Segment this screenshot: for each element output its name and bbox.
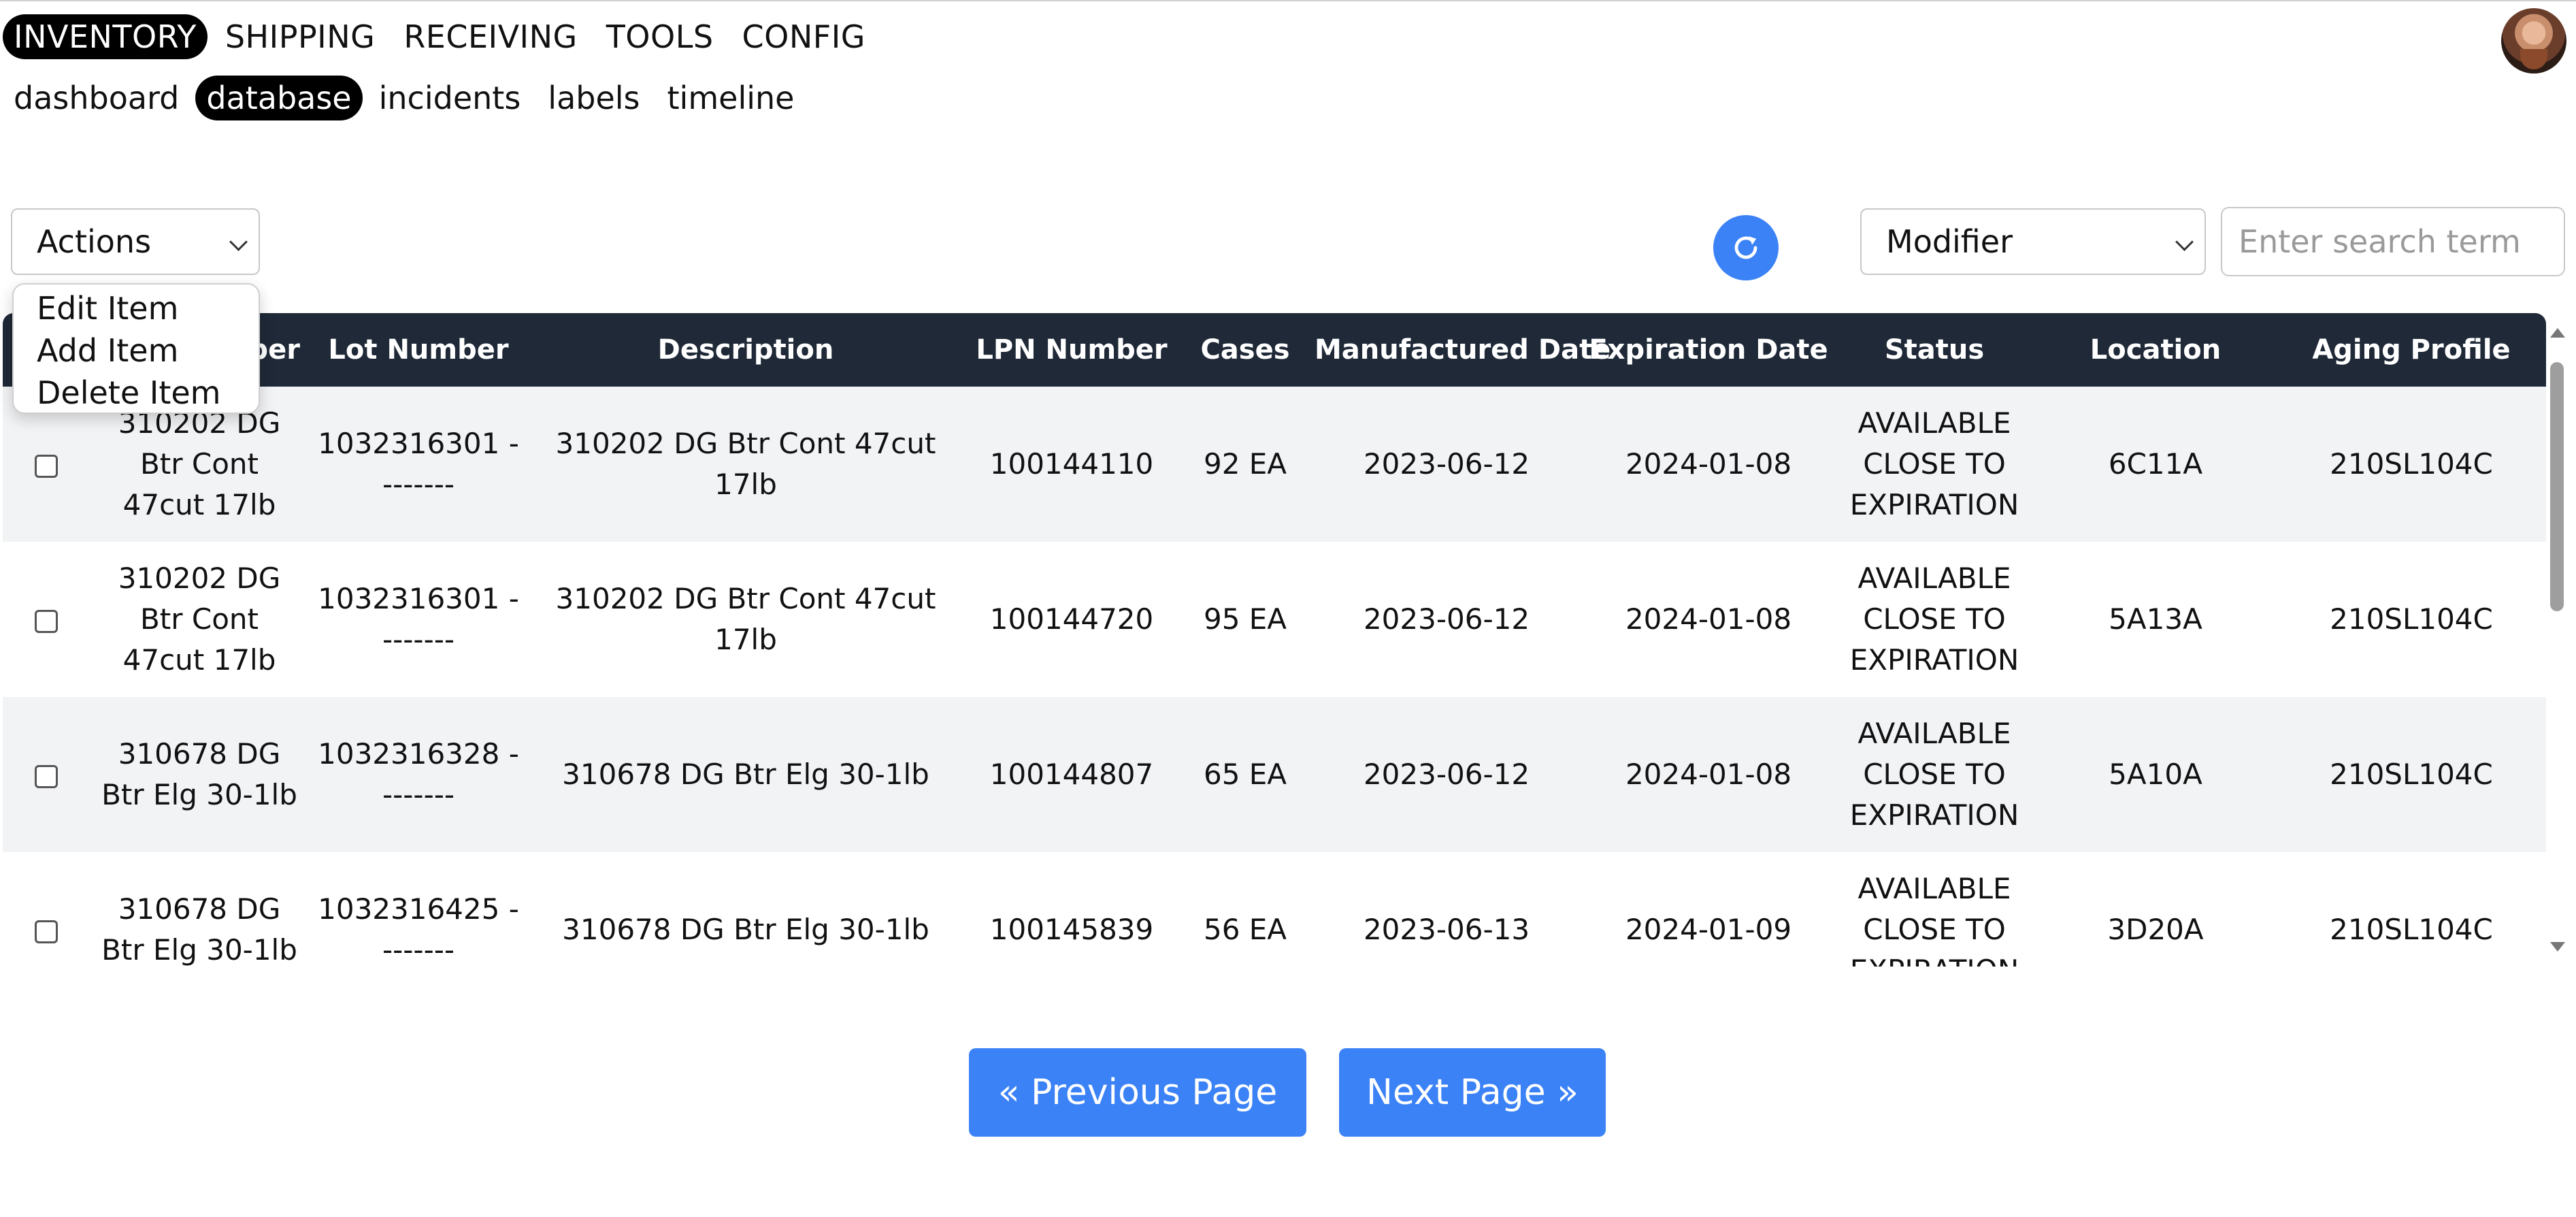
cell-item-number: 310202 DG Btr Cont 47cut 17lb [90,542,309,697]
menu-item-delete-item[interactable]: Delete Item [14,372,259,414]
chevron-down-icon [229,233,248,251]
sub-nav-timeline[interactable]: timeline [657,76,806,120]
header-aging-profile[interactable]: Aging Profile [2277,313,2546,387]
cell-description: 310202 DG Btr Cont 47cut 17lb [528,387,963,542]
row-checkbox[interactable] [35,609,58,633]
cell-lot-number: 1032316301 -------- [309,387,528,542]
cell-status: AVAILABLE CLOSE TO EXPIRATION [1834,387,2034,542]
cell-cases: 92 EA [1180,387,1310,542]
cell-cases: 56 EA [1180,852,1310,967]
header-lot-number[interactable]: Lot Number [309,313,528,387]
cell-status: AVAILABLE CLOSE TO EXPIRATION [1834,697,2034,852]
row-checkbox[interactable] [35,764,58,788]
cell-manufactured-date: 2023-06-12 [1310,697,1583,852]
cell-manufactured-date: 2023-06-12 [1310,542,1583,697]
cell-location: 5A13A [2034,542,2277,697]
sub-nav-incidents[interactable]: incidents [368,76,532,120]
cell-aging-profile: 210SL104C [2277,387,2546,542]
main-nav-inventory[interactable]: INVENTORY [3,14,208,59]
main-nav-receiving[interactable]: RECEIVING [393,14,588,59]
cell-lot-number: 1032316425 -------- [309,852,528,967]
cell-aging-profile: 210SL104C [2277,852,2546,967]
sub-nav: dashboard database incidents labels time… [3,74,805,123]
cell-aging-profile: 210SL104C [2277,542,2546,697]
search-input[interactable] [2221,207,2565,276]
inventory-table-container: Item Number Lot Number Description LPN N… [3,313,2546,967]
cell-aging-profile: 210SL104C [2277,697,2546,852]
table-row[interactable]: 310678 DG Btr Elg 30-1lb 1032316425 ----… [3,852,2546,967]
header-cases[interactable]: Cases [1180,313,1310,387]
cell-location: 5A10A [2034,697,2277,852]
header-expiration-date[interactable]: Expiration Date [1583,313,1834,387]
table-header-row: Item Number Lot Number Description LPN N… [3,313,2546,387]
table-row[interactable]: 310678 DG Btr Elg 30-1lb 1032316328 ----… [3,697,2546,852]
top-border [0,0,2576,1]
avatar-beard [2520,49,2547,69]
previous-page-button[interactable]: « Previous Page [969,1048,1306,1137]
cell-cases: 65 EA [1180,697,1310,852]
refresh-button[interactable] [1713,215,1779,280]
sub-nav-database[interactable]: database [195,76,363,120]
header-location[interactable]: Location [2034,313,2277,387]
modifier-select-label: Modifier [1886,223,2013,260]
cell-lpn-number: 100144110 [963,387,1180,542]
main-nav-tools[interactable]: TOOLS [595,14,725,59]
menu-item-add-item[interactable]: Add Item [14,329,259,372]
cell-manufactured-date: 2023-06-13 [1310,852,1583,967]
table-scrollbar[interactable] [2547,327,2566,953]
cell-location: 6C11A [2034,387,2277,542]
cell-description: 310202 DG Btr Cont 47cut 17lb [528,542,963,697]
cell-expiration-date: 2024-01-08 [1583,387,1834,542]
actions-select-label: Actions [37,223,152,260]
table-row[interactable]: 310202 DG Btr Cont 47cut 17lb 1032316301… [3,387,2546,542]
table-row[interactable]: 310202 DG Btr Cont 47cut 17lb 1032316301… [3,542,2546,697]
header-description[interactable]: Description [528,313,963,387]
cell-location: 3D20A [2034,852,2277,967]
cell-expiration-date: 2024-01-08 [1583,697,1834,852]
next-page-button[interactable]: Next Page » [1339,1048,1606,1137]
cell-description: 310678 DG Btr Elg 30-1lb [528,697,963,852]
main-nav: INVENTORY SHIPPING RECEIVING TOOLS CONFI… [3,12,876,61]
cell-lpn-number: 100144807 [963,697,1180,852]
cell-cases: 95 EA [1180,542,1310,697]
header-lpn-number[interactable]: LPN Number [963,313,1180,387]
actions-dropdown-menu: Edit Item Add Item Delete Item [12,283,260,414]
scroll-up-arrow-icon[interactable] [2550,328,2565,338]
row-checkbox[interactable] [35,920,58,943]
cell-lpn-number: 100144720 [963,542,1180,697]
scroll-down-arrow-icon[interactable] [2550,942,2565,952]
cell-description: 310678 DG Btr Elg 30-1lb [528,852,963,967]
row-select-cell [3,697,90,852]
cell-status: AVAILABLE CLOSE TO EXPIRATION [1834,852,2034,967]
cell-lpn-number: 100145839 [963,852,1180,967]
cell-status: AVAILABLE CLOSE TO EXPIRATION [1834,542,2034,697]
cell-expiration-date: 2024-01-08 [1583,542,1834,697]
scrollbar-thumb[interactable] [2550,362,2564,611]
modifier-select[interactable]: Modifier [1860,208,2206,275]
user-avatar[interactable] [2501,8,2566,74]
cell-lot-number: 1032316301 -------- [309,542,528,697]
row-select-cell [3,852,90,967]
row-select-cell [3,542,90,697]
cell-item-number: 310678 DG Btr Elg 30-1lb [90,697,309,852]
inventory-table: Item Number Lot Number Description LPN N… [3,313,2546,967]
cell-item-number: 310678 DG Btr Elg 30-1lb [90,852,309,967]
sub-nav-labels[interactable]: labels [537,76,650,120]
header-status[interactable]: Status [1834,313,2034,387]
menu-item-edit-item[interactable]: Edit Item [14,287,259,329]
cell-lot-number: 1032316328 -------- [309,697,528,852]
refresh-icon [1734,236,1757,259]
main-nav-config[interactable]: CONFIG [731,14,876,59]
cell-expiration-date: 2024-01-09 [1583,852,1834,967]
header-manufactured-date[interactable]: Manufactured Date [1310,313,1611,387]
main-nav-shipping[interactable]: SHIPPING [214,14,386,59]
sub-nav-dashboard[interactable]: dashboard [3,76,190,120]
chevron-down-icon [2175,233,2194,251]
cell-manufactured-date: 2023-06-12 [1310,387,1583,542]
row-checkbox[interactable] [35,454,58,478]
actions-select[interactable]: Actions [11,208,260,275]
